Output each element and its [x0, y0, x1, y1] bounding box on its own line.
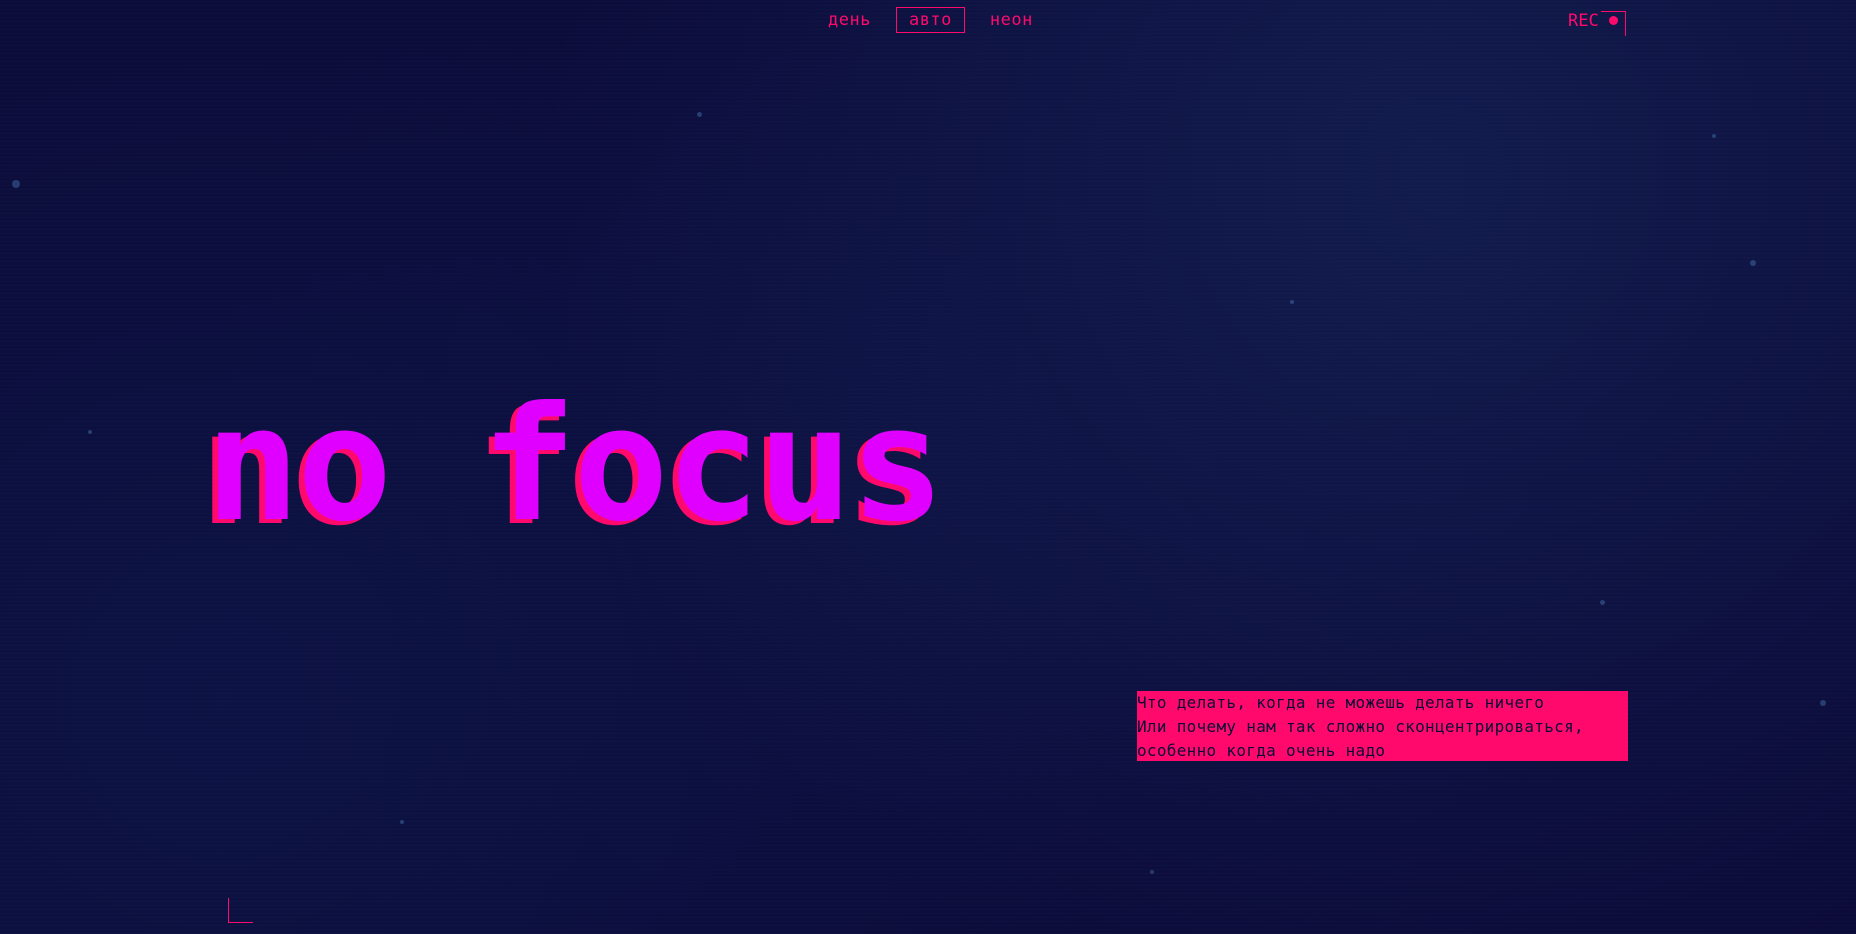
theme-option-auto[interactable]: авто [895, 7, 965, 33]
dust-speck [1600, 600, 1605, 605]
subtitle-line-1: Что делать, когда не можешь делать ничег… [1137, 693, 1545, 712]
dust-speck [1820, 700, 1826, 706]
subtitle-line-2: Или почему нам так сложно сконцентрирова… [1137, 717, 1584, 736]
theme-option-neon[interactable]: неон [977, 7, 1046, 33]
dust-speck [1290, 300, 1294, 304]
rec-label: REC [1568, 10, 1599, 31]
corner-bracket-icon [228, 898, 253, 923]
record-dot-icon [1608, 16, 1618, 25]
dust-speck [1750, 260, 1756, 266]
subtitle-box: Что делать, когда не можешь делать ничег… [1137, 691, 1628, 761]
theme-option-day[interactable]: день [815, 7, 884, 33]
dust-speck [88, 430, 92, 434]
hero-title: no focus [205, 373, 945, 557]
dust-speck [12, 180, 20, 188]
dust-speck [697, 112, 702, 117]
dust-speck [1150, 870, 1154, 874]
rec-frame [1600, 11, 1626, 36]
theme-switch: день авто неон [815, 7, 1046, 33]
rec-indicator: REC [1568, 8, 1626, 36]
subtitle-line-3: особенно когда очень надо [1137, 741, 1386, 760]
dust-speck [400, 820, 404, 824]
dust-speck [1712, 134, 1716, 138]
